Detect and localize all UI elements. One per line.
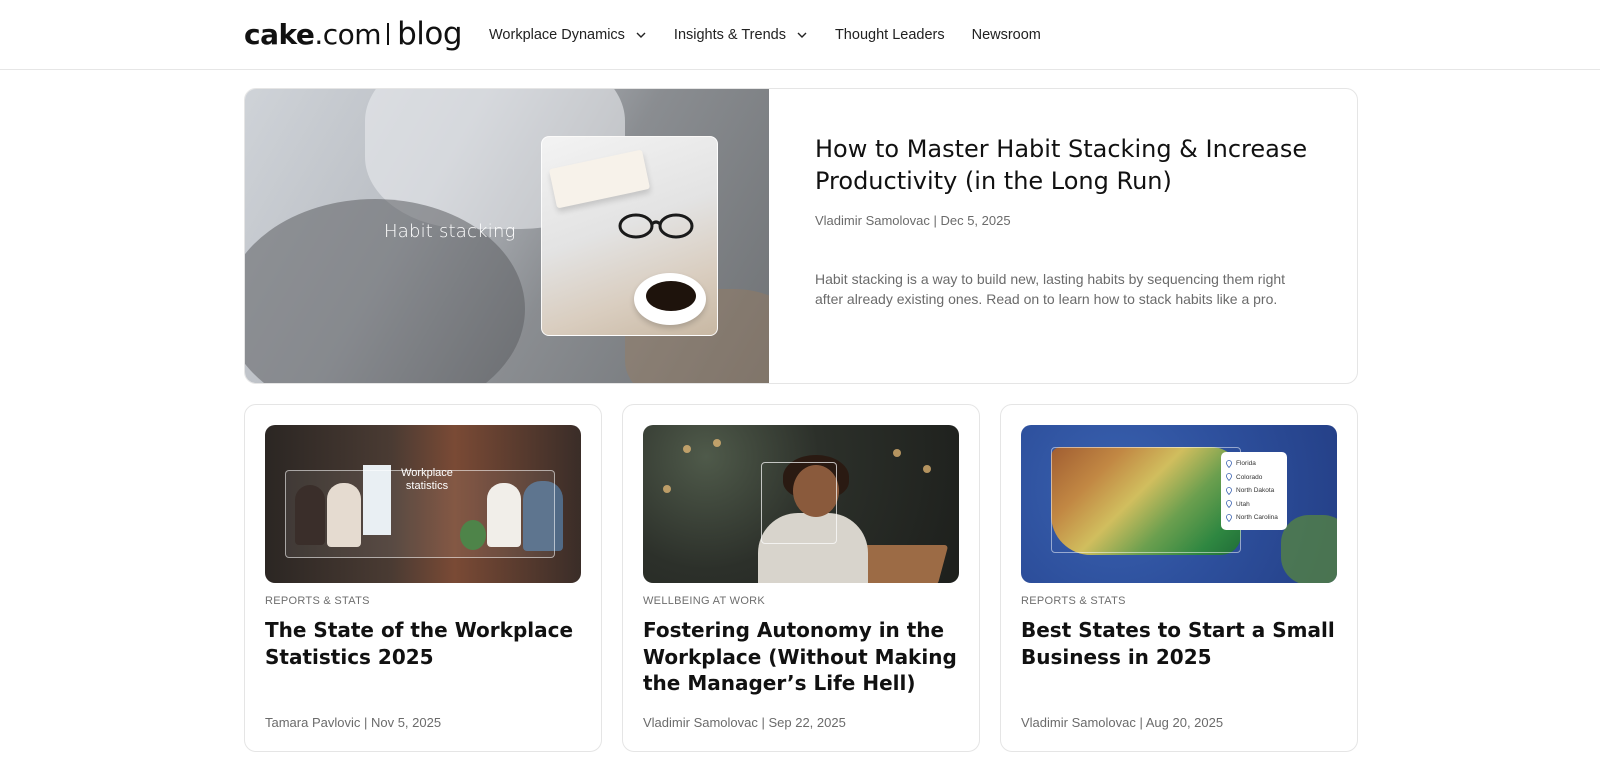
logo-brand: cake: [244, 17, 315, 51]
article-card[interactable]: WELLBEING AT WORK Fostering Autonomy in …: [622, 404, 980, 752]
featured-article-title[interactable]: How to Master Habit Stacking & Increase …: [815, 133, 1315, 197]
article-category[interactable]: REPORTS & STATS: [265, 595, 370, 607]
chevron-down-icon: [636, 32, 646, 38]
site-header: cake .com blog Workplace Dynamics Insigh…: [0, 0, 1600, 70]
logo-domain: .com: [314, 17, 382, 51]
bokeh-light: [893, 449, 901, 457]
image-inset-frame: [541, 136, 718, 336]
glasses-icon: [618, 213, 694, 239]
legend-item: North Dakota: [1226, 484, 1282, 498]
article-image[interactable]: Workplace statistics: [265, 425, 581, 583]
bokeh-light: [713, 439, 721, 447]
article-title[interactable]: The State of the Workplace Statistics 20…: [265, 617, 581, 670]
map-pin-icon: [1226, 486, 1232, 495]
featured-article-card[interactable]: Habit stacking How to Master Habit Stack…: [244, 88, 1358, 384]
map-pin-icon: [1226, 473, 1232, 482]
article-card[interactable]: Florida Colorado North Dakota Utah North…: [1000, 404, 1358, 752]
nav-label: Workplace Dynamics: [489, 27, 625, 43]
main-nav: Workplace Dynamics Insights & Trends Tho…: [489, 22, 1068, 48]
nav-insights-trends[interactable]: Insights & Trends: [674, 27, 808, 43]
chevron-down-icon: [797, 32, 807, 38]
nav-label: Insights & Trends: [673, 27, 786, 43]
bokeh-light: [663, 485, 671, 493]
nav-workplace-dynamics[interactable]: Workplace Dynamics: [489, 27, 647, 43]
coffee-illustration: [646, 281, 696, 311]
article-category[interactable]: REPORTS & STATS: [1021, 595, 1126, 607]
article-image[interactable]: [643, 425, 959, 583]
featured-article-excerpt: Habit stacking is a way to build new, la…: [815, 271, 1286, 307]
nav-label: Newsroom: [971, 27, 1041, 43]
article-meta: Tamara Pavlovic | Nov 5, 2025: [265, 715, 442, 730]
legend-item: North Carolina: [1226, 511, 1282, 525]
article-meta: Vladimir Samolovac | Sep 22, 2025: [643, 715, 846, 730]
featured-article-meta: Vladimir Samolovac | Dec 5, 2025: [815, 213, 1011, 228]
article-category[interactable]: WELLBEING AT WORK: [643, 595, 765, 607]
legend-item: Colorado: [1226, 471, 1282, 485]
article-image[interactable]: Florida Colorado North Dakota Utah North…: [1021, 425, 1337, 583]
bokeh-light: [683, 445, 691, 453]
bokeh-light: [923, 465, 931, 473]
article-meta: Vladimir Samolovac | Aug 20, 2025: [1021, 715, 1224, 730]
site-logo[interactable]: cake .com blog: [244, 14, 462, 54]
featured-image-label: Habit stacking: [384, 221, 516, 242]
article-title[interactable]: Best States to Start a Small Business in…: [1021, 617, 1337, 670]
map-pin-icon: [1226, 513, 1232, 522]
logo-divider: [387, 23, 390, 45]
map-legend: Florida Colorado North Dakota Utah North…: [1221, 452, 1287, 530]
legend-label: Utah: [1236, 500, 1250, 508]
legend-item: Utah: [1226, 498, 1282, 512]
image-inset-frame: [1051, 447, 1241, 553]
image-inset-frame: [761, 462, 837, 544]
legend-item: Florida: [1226, 457, 1282, 471]
logo-section: blog: [397, 16, 462, 52]
legend-label: Florida: [1236, 460, 1256, 468]
book-illustration: [548, 149, 651, 209]
article-title[interactable]: Fostering Autonomy in the Workplace (Wit…: [643, 617, 959, 697]
article-card[interactable]: Workplace statistics REPORTS & STATS The…: [244, 404, 602, 752]
map-pin-icon: [1226, 500, 1232, 509]
featured-article-image[interactable]: Habit stacking: [245, 89, 769, 383]
nav-newsroom[interactable]: Newsroom: [972, 27, 1041, 43]
legend-label: North Carolina: [1236, 514, 1278, 522]
nav-thought-leaders[interactable]: Thought Leaders: [835, 27, 945, 43]
map-landmass: [1281, 515, 1337, 583]
article-image-label: Workplace statistics: [401, 467, 453, 492]
legend-label: North Dakota: [1236, 487, 1275, 495]
map-pin-icon: [1226, 459, 1232, 468]
legend-label: Colorado: [1236, 473, 1263, 481]
nav-label: Thought Leaders: [834, 27, 945, 43]
